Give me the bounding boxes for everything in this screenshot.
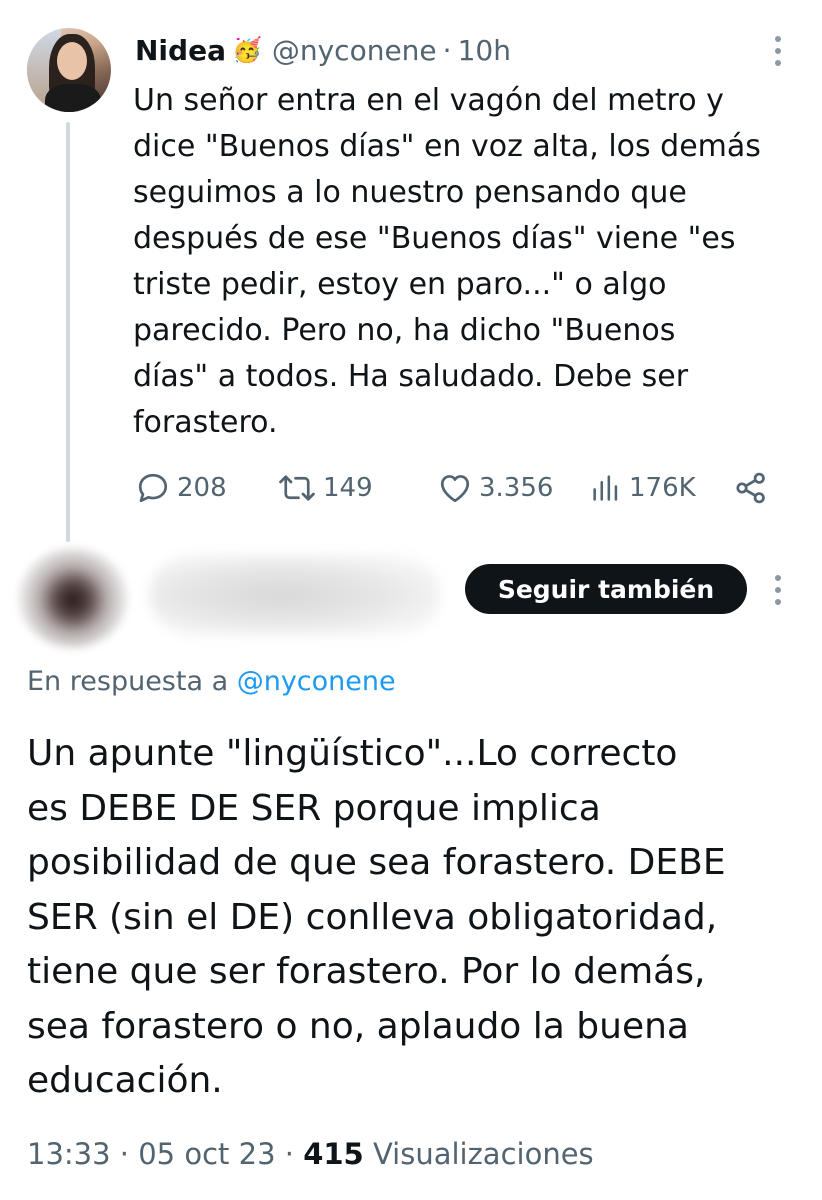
retweet-action[interactable]: 149 [277,466,373,510]
share-icon [736,472,765,504]
views-label: Visualizaciones [372,1137,594,1171]
tweet-actions-bar: 208 149 3.356 176K [135,466,795,510]
blurred-user-name[interactable] [150,555,440,635]
retweet-count: 149 [323,473,373,503]
post-time[interactable]: 13:33 [27,1137,111,1171]
views-count: 176K [629,473,696,503]
meta-separator: · [284,1137,294,1171]
analytics-bars-icon [593,475,618,501]
retweet-icon [279,475,315,501]
tweet-header: Nidea 🥳 @nyconene · 10h [135,30,511,70]
views-action[interactable]: 176K [589,466,696,510]
reply-to-prefix: En respuesta a [27,666,237,697]
avatar-body [45,84,101,112]
author-avatar[interactable] [27,28,111,112]
post-date[interactable]: 05 oct 23 [138,1137,275,1171]
tweet-time[interactable]: 10h [458,34,511,67]
like-count: 3.356 [479,473,554,503]
like-action[interactable]: 3.356 [437,466,553,510]
follow-also-button[interactable]: Seguir también [465,564,747,614]
blurred-avatar[interactable] [18,548,128,648]
heart-icon [440,475,470,503]
tweet-metadata: 13:33 · 05 oct 23 · 415 Visualizaciones [27,1137,594,1171]
reply-count: 208 [177,473,227,503]
more-options-icon[interactable] [775,36,781,66]
reply-tweet-text: Un apunte "lingüístico"...Lo correcto es… [27,733,726,1101]
avatar-face [57,42,87,80]
thread-connector-line [66,122,70,542]
reply-to-mention-link[interactable]: @nyconene [237,666,396,697]
author-handle[interactable]: @nyconene [272,34,437,67]
meta-separator: · [119,1137,130,1171]
party-face-emoji-icon: 🥳 [231,36,262,64]
header-separator: · [442,33,452,67]
view-count: 415 [303,1137,364,1171]
in-reply-to: En respuesta a @nyconene [27,666,396,697]
reply-bubble-icon [138,473,168,503]
more-options-icon[interactable] [775,575,781,605]
tweet-text: Un señor entra en el vagón del metro y d… [133,83,761,440]
reply-action[interactable]: 208 [135,466,227,510]
author-display-name[interactable]: Nidea [135,34,226,67]
share-action[interactable] [733,466,769,510]
